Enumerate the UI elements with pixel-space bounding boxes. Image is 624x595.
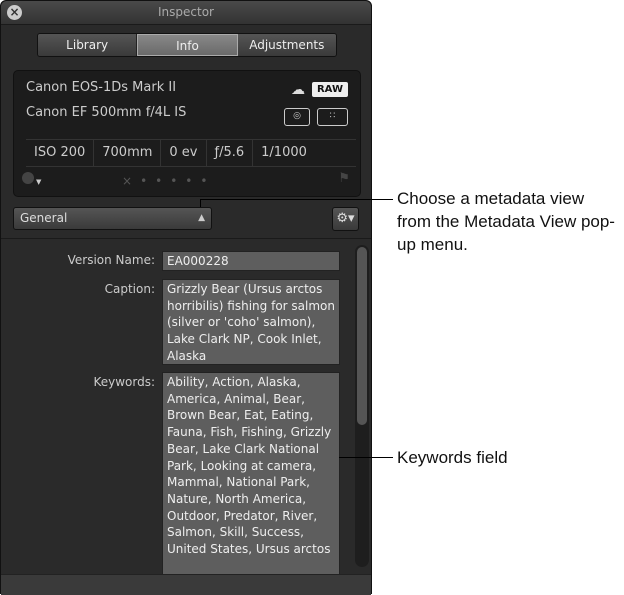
- color-label-button[interactable]: [22, 172, 34, 184]
- title-bar: × Inspector: [1, 1, 371, 25]
- version-name-field[interactable]: EA000228: [162, 251, 340, 271]
- gear-icon: ⚙▾: [336, 211, 355, 226]
- cloud-icon: ☁: [291, 82, 305, 98]
- caption-label: Caption:: [104, 282, 155, 296]
- chevron-down-icon: ▼: [36, 178, 42, 186]
- metadata-view-callout: Choose a metadata view from the Metadata…: [397, 189, 615, 254]
- inspector-window: × Inspector Library Info Adjustments Can…: [0, 0, 372, 595]
- callout-leader: [339, 457, 393, 458]
- tab-info[interactable]: Info: [137, 34, 238, 56]
- bottom-bar: [1, 574, 371, 595]
- caption-field[interactable]: Grizzly Bear (Ursus arctos horribilis) f…: [162, 279, 340, 365]
- callout-leader: [200, 199, 201, 207]
- tab-library[interactable]: Library: [38, 34, 138, 56]
- metadata-view-popup[interactable]: General ▲: [13, 207, 212, 230]
- iso-value: ISO 200: [26, 140, 95, 166]
- rating-dots[interactable]: •••••: [140, 174, 215, 188]
- camera-model: Canon EOS-1Ds Mark II: [26, 80, 177, 95]
- shutter-value: 1/1000: [261, 145, 307, 160]
- metadata-view-selected: General: [20, 211, 68, 225]
- camera-info-panel: Canon EOS-1Ds Mark II Canon EF 500mm f/4…: [13, 70, 361, 197]
- inspector-tabs: Library Info Adjustments: [37, 33, 337, 57]
- scrollbar-thumb[interactable]: [357, 247, 367, 425]
- tab-adjustments[interactable]: Adjustments: [237, 34, 336, 56]
- focal-length-value: 700mm: [94, 140, 162, 166]
- scrollbar[interactable]: [355, 245, 369, 567]
- action-gear-button[interactable]: ⚙▾: [332, 207, 359, 231]
- rating-control[interactable]: ×•••••: [122, 174, 215, 188]
- metering-icon: ◎: [284, 108, 310, 126]
- window-title: Inspector: [158, 5, 214, 19]
- exposure-value: 0 ev: [161, 140, 207, 166]
- keywords-callout: Keywords field: [397, 448, 508, 467]
- updown-icon: ▲: [198, 213, 205, 223]
- divider: [1, 238, 371, 239]
- exif-row: ISO 200 700mm 0 ev ƒ/5.6 1/1000: [26, 139, 356, 167]
- callout-leader: [200, 199, 393, 200]
- lens-model: Canon EF 500mm f/4L IS: [26, 105, 187, 120]
- keywords-field[interactable]: Ability, Action, Alaska, America, Animal…: [162, 372, 340, 577]
- version-name-label: Version Name:: [67, 253, 155, 267]
- flag-icon[interactable]: ⚑: [338, 171, 350, 186]
- reject-icon[interactable]: ×: [122, 174, 140, 188]
- raw-badge: RAW: [311, 82, 348, 97]
- aperture-value: ƒ/5.6: [207, 140, 254, 166]
- focus-points-icon: ∷: [317, 108, 348, 126]
- keywords-label: Keywords:: [93, 375, 155, 389]
